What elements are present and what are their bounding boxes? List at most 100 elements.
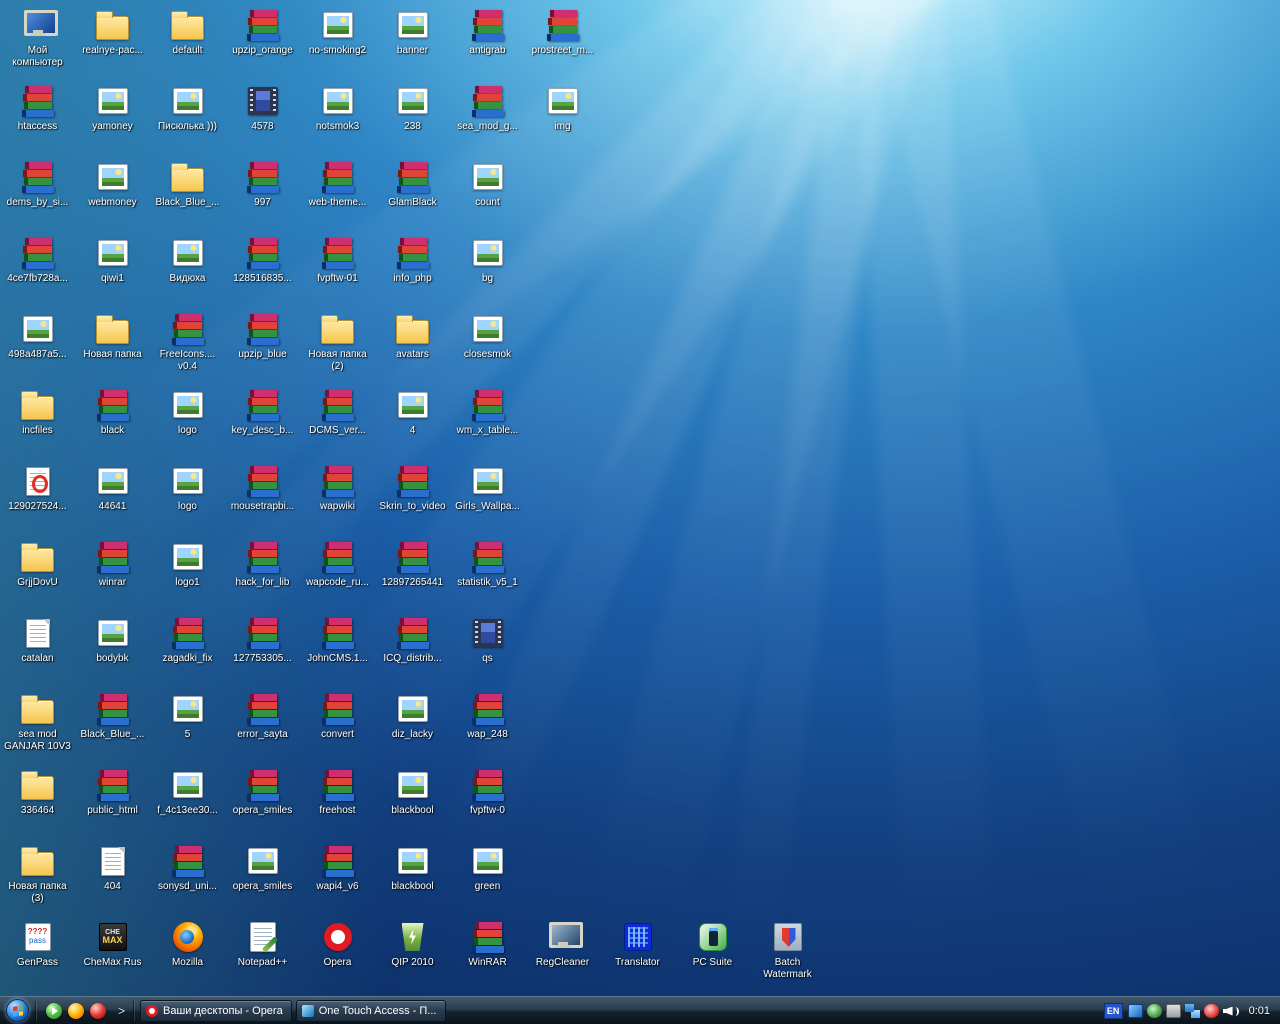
language-indicator[interactable]: EN [1104,1003,1123,1019]
desktop-icon[interactable]: prostreet_m... [526,8,599,57]
desktop-icon[interactable]: RegCleaner [526,920,599,969]
desktop-icon[interactable]: opera_smiles [226,844,299,893]
record-icon[interactable] [90,1003,106,1019]
desktop-icon[interactable]: zagadki_fix [151,616,224,665]
desktop-icon[interactable]: sea mod GANJAR 10V3 [1,692,74,753]
desktop-icon[interactable]: catalan [1,616,74,665]
desktop-icon[interactable]: JohnCMS.1... [301,616,374,665]
desktop-icon[interactable]: img [526,84,599,133]
desktop-icon[interactable]: 4 [376,388,449,437]
desktop-icon[interactable]: logo [151,464,224,513]
desktop-icon[interactable]: f_4c13ee30... [151,768,224,817]
desktop-icon[interactable]: bodybk [76,616,149,665]
desktop-icon[interactable]: 336464 [1,768,74,817]
volume-tray-icon[interactable] [1223,1004,1240,1018]
desktop-icon[interactable]: closesmok [451,312,524,361]
desktop-icon[interactable]: 404 [76,844,149,893]
printer-tray-icon[interactable] [1166,1004,1181,1018]
desktop-icon[interactable]: 12897265441 [376,540,449,589]
desktop-icon[interactable]: qiwi1 [76,236,149,285]
desktop-icon[interactable]: Translator [601,920,674,969]
desktop-icon[interactable]: 5 [151,692,224,741]
desktop-icon[interactable]: default [151,8,224,57]
desktop-icon[interactable]: Black_Blue_... [76,692,149,741]
desktop-icon[interactable]: Notepad++ [226,920,299,969]
desktop-icon[interactable]: info_php [376,236,449,285]
desktop-icon[interactable]: wap_248 [451,692,524,741]
desktop-icon[interactable]: upzip_orange [226,8,299,57]
desktop-icon[interactable]: Skrin_to_video [376,464,449,513]
desktop-icon[interactable]: fvpftw-01 [301,236,374,285]
desktop-icon[interactable]: opera_smiles [226,768,299,817]
desktop-icon[interactable]: green [451,844,524,893]
desktop-icon[interactable]: winrar [76,540,149,589]
desktop-icon[interactable]: 44641 [76,464,149,513]
desktop-icon[interactable]: wm_x_table... [451,388,524,437]
desktop-icon[interactable]: antigrab [451,8,524,57]
desktop-icon[interactable]: Новая папка [76,312,149,361]
desktop-icon[interactable]: Opera [301,920,374,969]
desktop-icon[interactable]: GrjjDovU [1,540,74,589]
desktop-icon[interactable]: CHEMAXCheMax Rus [76,920,149,969]
desktop-icon[interactable]: wapi4_v6 [301,844,374,893]
desktop-icon[interactable]: 238 [376,84,449,133]
desktop-icon[interactable]: 128516835... [226,236,299,285]
desktop-icon[interactable]: Писюлька ))) [151,84,224,133]
desktop-icon[interactable]: convert [301,692,374,741]
desktop-icon[interactable]: Мой компьютер [1,8,74,69]
desktop-icon[interactable]: web-theme... [301,160,374,209]
desktop-icon[interactable]: blackbool [376,768,449,817]
desktop-icon[interactable]: notsmok3 [301,84,374,133]
desktop-icon[interactable]: Видюха [151,236,224,285]
desktop-icon[interactable]: mousetrapbi... [226,464,299,513]
desktop-icon[interactable]: count [451,160,524,209]
desktop-icon[interactable]: 997 [226,160,299,209]
desktop-icon[interactable]: blackbool [376,844,449,893]
desktop-icon[interactable]: 129027524... [1,464,74,513]
desktop-icon[interactable]: no-smoking2 [301,8,374,57]
desktop-icon[interactable]: incfiles [1,388,74,437]
desktop-icon[interactable]: sonysd_uni... [151,844,224,893]
desktop-icon[interactable]: wapcode_ru... [301,540,374,589]
desktop-icon[interactable]: dems_by_si... [1,160,74,209]
desktop-icon[interactable]: fvpftw-0 [451,768,524,817]
alert-tray-icon[interactable] [1204,1004,1219,1018]
desktop-icon[interactable]: banner [376,8,449,57]
desktop-icon[interactable]: yamoney [76,84,149,133]
desktop-icon[interactable]: ????passGenPass [1,920,74,969]
start-button[interactable] [6,999,29,1022]
desktop-icon[interactable]: avatars [376,312,449,361]
desktop-icon[interactable]: Batch Watermark [751,920,824,981]
desktop-icon[interactable]: public_html [76,768,149,817]
desktop-icon[interactable]: Girls_Wallpa... [451,464,524,513]
desktop-icon[interactable]: freehost [301,768,374,817]
display-tray-icon[interactable] [1128,1004,1143,1018]
desktop-icon[interactable]: ICQ_distrib... [376,616,449,665]
desktop-icon[interactable]: wapwiki [301,464,374,513]
desktop-icon[interactable]: logo1 [151,540,224,589]
desktop-icon[interactable]: Black_Blue_... [151,160,224,209]
desktop-icon[interactable]: FreeIcons.... v0.4 [151,312,224,373]
desktop-icon[interactable]: statistik_v5_1 [451,540,524,589]
desktop-icon[interactable]: sea_mod_g... [451,84,524,133]
desktop-icon[interactable]: DCMS_ver... [301,388,374,437]
quick-launch-chevron-icon[interactable]: > [116,1004,127,1018]
opera-ball-icon[interactable] [68,1003,84,1019]
desktop-icon[interactable]: upzip_blue [226,312,299,361]
taskbar-button[interactable]: Ваши десктопы - Opera [140,1000,292,1022]
taskbar-button[interactable]: One Touch Access - П... [296,1000,446,1022]
desktop-icon[interactable]: 4578 [226,84,299,133]
desktop-icon[interactable]: 498a487a5... [1,312,74,361]
desktop-icon[interactable]: logo [151,388,224,437]
desktop-icon[interactable]: error_sayta [226,692,299,741]
desktop-icon[interactable]: 127753305... [226,616,299,665]
desktop-icon[interactable]: Mozilla [151,920,224,969]
desktop-icon[interactable]: WinRAR [451,920,524,969]
desktop-icon[interactable]: realnye-pac... [76,8,149,57]
network-tray-icon[interactable] [1185,1004,1200,1018]
desktop-icon[interactable]: qs [451,616,524,665]
desktop-icon[interactable]: key_desc_b... [226,388,299,437]
desktop-icon[interactable]: htaccess [1,84,74,133]
desktop-icon[interactable]: PC Suite [676,920,749,969]
desktop-icon[interactable]: 4ce7fb728a... [1,236,74,285]
